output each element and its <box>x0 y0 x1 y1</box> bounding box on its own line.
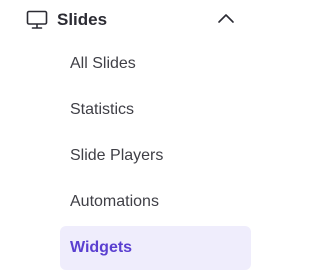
sidebar-nav: Slides All Slides Statistics Slide Playe… <box>0 0 262 275</box>
sub-item-slide-players[interactable]: Slide Players <box>60 134 251 178</box>
sub-item-automations[interactable]: Automations <box>60 180 251 224</box>
sub-item-statistics[interactable]: Statistics <box>60 88 251 132</box>
sub-item-label: All Slides <box>70 55 136 72</box>
sub-item-label: Slide Players <box>70 147 164 164</box>
slides-section-header[interactable]: Slides <box>0 0 262 40</box>
sub-item-all-slides[interactable]: All Slides <box>60 42 251 86</box>
sub-item-label: Widgets <box>70 239 133 256</box>
chevron-up-icon[interactable] <box>217 12 235 24</box>
sub-item-label: Statistics <box>70 101 135 118</box>
sub-item-widgets[interactable]: Widgets <box>60 226 251 270</box>
section-title: Slides <box>57 10 108 29</box>
sub-item-label: Automations <box>70 193 159 210</box>
monitor-icon <box>26 10 48 29</box>
